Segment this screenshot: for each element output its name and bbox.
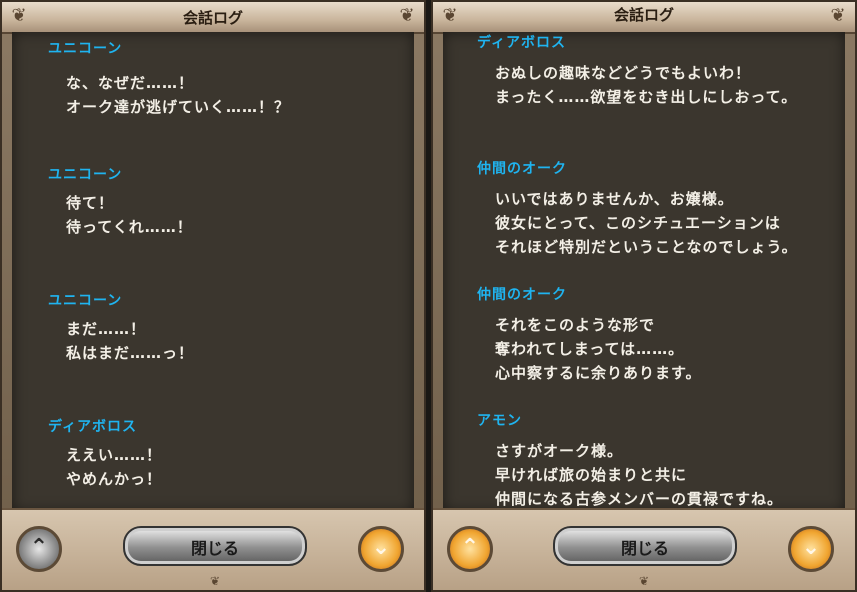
dialogue-line: いいではありませんか、お嬢様。: [495, 190, 734, 208]
chevron-down-icon: ⌄: [801, 535, 821, 560]
dialogue-line: さすがオーク様。: [495, 442, 624, 460]
window-title: 会話ログ: [182, 9, 243, 27]
dialogue-line: やめんかっ！: [66, 470, 163, 488]
close-button-label: 閉じる: [620, 539, 669, 558]
speaker-name: アモン: [477, 413, 522, 429]
chevron-up-icon: ⌃: [460, 535, 480, 560]
dialogue-line: それをこのような形で: [495, 316, 656, 334]
speaker-name: ユニコーン: [48, 293, 123, 309]
dialogue-line: 待て！: [66, 194, 115, 212]
filigree-ornament-icon: ❦: [399, 5, 415, 26]
conversation-log-panel-left: ❦ 会話ログ ❦ ユニコーン な、なぜだ……！ オーク達が逃げていく……！？ ユ…: [0, 0, 426, 592]
filigree-ornament-icon: ❦: [830, 5, 846, 26]
dialogue-line: まったく……欲望をむき出しにしおって。: [495, 88, 798, 106]
dialogue-line: それほど特別だということなのでしょう。: [495, 238, 798, 256]
dialogue-line: 心中察するに余りあります。: [495, 364, 702, 382]
dialogue-line: 彼女にとって、このシチュエーションは: [495, 214, 781, 232]
filigree-ornament-icon: ❦: [209, 574, 221, 588]
filigree-ornament-icon: ❦: [638, 574, 650, 588]
chevron-up-icon: ⌃: [29, 535, 49, 560]
window-title: 会話ログ: [613, 6, 674, 24]
speaker-name: ディアボロス: [477, 35, 567, 51]
close-button[interactable]: 閉じる: [553, 526, 737, 566]
close-button[interactable]: 閉じる: [123, 526, 307, 566]
footer-bar: ⌃ 閉じる ⌄ ❦: [433, 508, 855, 590]
dialogue-line: 私はまだ……っ！: [66, 344, 195, 362]
dialogue-line: おぬしの趣味などどうでもよいわ！: [495, 64, 752, 82]
scroll-up-button[interactable]: ⌃: [16, 526, 62, 572]
conversation-log-panel-right: ❦ 会話ログ ❦ ディアボロス おぬしの趣味などどうでもよいわ！ まったく……欲…: [431, 0, 857, 592]
dialogue-line: まだ……！: [66, 320, 147, 338]
speaker-name: ユニコーン: [48, 167, 123, 183]
log-scroll-area[interactable]: ユニコーン な、なぜだ……！ オーク達が逃げていく……！？ ユニコーン 待て！ …: [12, 32, 414, 512]
title-bar: ❦ 会話ログ ❦: [2, 2, 424, 34]
speaker-name: 仲間のオーク: [477, 161, 567, 177]
chevron-down-icon: ⌄: [371, 535, 391, 560]
log-scroll-area[interactable]: ディアボロス おぬしの趣味などどうでもよいわ！ まったく……欲望をむき出しにしお…: [443, 32, 845, 512]
title-bar: ❦ 会話ログ ❦: [433, 2, 855, 34]
speaker-name: 仲間のオーク: [477, 287, 567, 303]
speaker-name: ユニコーン: [48, 41, 123, 57]
close-button-label: 閉じる: [190, 539, 239, 558]
dialogue-line: な、なぜだ……！: [66, 74, 195, 92]
scroll-up-button[interactable]: ⌃: [447, 526, 493, 572]
dialogue-line: 奪われてしまっては……。: [495, 340, 685, 358]
scroll-down-button[interactable]: ⌄: [358, 526, 404, 572]
speaker-name: ディアボロス: [48, 419, 138, 435]
dialogue-line: 仲間になる古参メンバーの貫禄ですね。: [495, 490, 784, 508]
scroll-down-button[interactable]: ⌄: [788, 526, 834, 572]
dialogue-line: 待ってくれ……！: [66, 218, 193, 236]
dialogue-line: 早ければ旅の始まりと共に: [495, 466, 688, 484]
dialogue-line: オーク達が逃げていく……！？: [66, 98, 291, 116]
dialogue-line: ええい……！: [66, 446, 163, 464]
footer-bar: ⌃ 閉じる ⌄ ❦: [2, 508, 424, 590]
